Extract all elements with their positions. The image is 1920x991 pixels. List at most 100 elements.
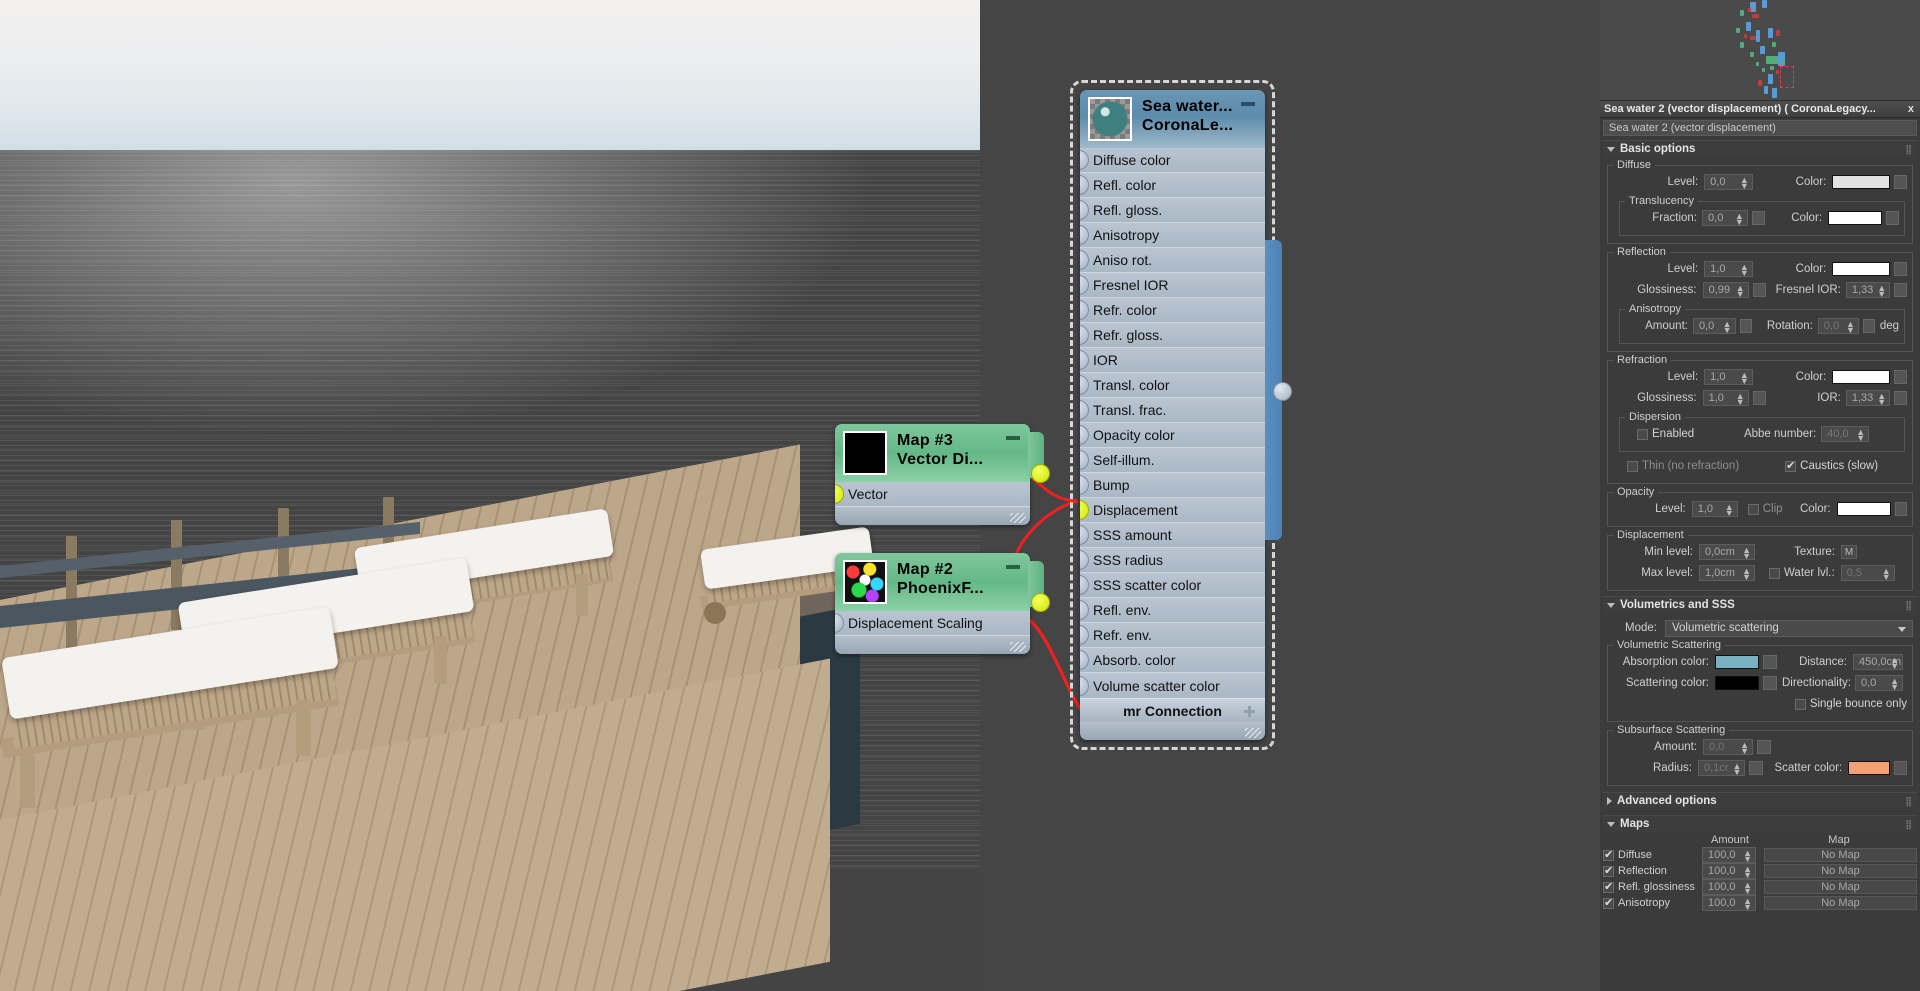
refraction-level-input[interactable]: 1,0 ▲ ▼ xyxy=(1704,369,1753,386)
rollout-volumetrics-header[interactable]: Volumetrics and SSS ⣿ xyxy=(1603,596,1917,613)
node-material-input-row[interactable]: IOR xyxy=(1080,348,1265,373)
node-material-output-rail[interactable] xyxy=(1265,240,1292,540)
socket-bump[interactable] xyxy=(1080,475,1089,495)
spinner-arrows-icon[interactable]: ▲ ▼ xyxy=(1742,546,1751,561)
map-amount-input[interactable]: 100,0 ▲ ▼ xyxy=(1702,895,1756,912)
drag-dots-icon[interactable]: ⣿ xyxy=(1905,796,1917,807)
node-material-input-row[interactable]: Fresnel IOR xyxy=(1080,273,1265,298)
directionality-input[interactable]: 0,0 ▲ ▼ xyxy=(1855,675,1903,692)
map-enable-checkbox[interactable] xyxy=(1603,880,1614,893)
scattering-color-swatch[interactable] xyxy=(1715,676,1759,690)
translucency-fraction-input[interactable]: 0,0 ▲ ▼ xyxy=(1702,210,1748,227)
spinner-arrows-icon[interactable]: ▲ ▼ xyxy=(1743,865,1752,880)
reflection-color-swatch[interactable] xyxy=(1832,262,1890,276)
socket-refr-env[interactable] xyxy=(1080,625,1089,645)
node-material-input-row[interactable]: Refr. env. xyxy=(1080,623,1265,648)
drag-dots-icon[interactable]: ⣿ xyxy=(1905,819,1917,830)
map-slot-button[interactable]: No Map xyxy=(1764,848,1917,862)
socket-volume-scatter-color[interactable] xyxy=(1080,675,1089,696)
socket-vector[interactable] xyxy=(835,484,844,504)
node-map2-header[interactable]: Map #2 PhoenixF... xyxy=(835,553,1030,611)
node-material-input-row[interactable]: Transl. frac. xyxy=(1080,398,1265,423)
rollout-advanced-options-header[interactable]: Advanced options ⣿ xyxy=(1603,792,1917,809)
plus-icon[interactable] xyxy=(1244,706,1255,717)
translucency-color-map-button[interactable] xyxy=(1886,211,1900,225)
sss-scatter-color-swatch[interactable] xyxy=(1848,761,1890,775)
socket-displacement[interactable] xyxy=(1080,500,1089,520)
node-material-minimize-icon[interactable] xyxy=(1241,102,1255,106)
socket-opacity-color[interactable] xyxy=(1080,425,1089,445)
scene-navigator[interactable] xyxy=(1600,0,1920,101)
map-enable-checkbox[interactable] xyxy=(1603,848,1614,861)
dispersion-enabled-checkbox[interactable] xyxy=(1637,428,1648,440)
map-slot-button[interactable]: No Map xyxy=(1764,864,1917,878)
spinner-arrows-icon[interactable]: ▲ ▼ xyxy=(1740,371,1749,386)
sss-amount-input[interactable]: 0,0 ▲ ▼ xyxy=(1703,739,1753,756)
node-material-input-row[interactable]: Self-illum. xyxy=(1080,448,1265,473)
caustics-checkbox[interactable] xyxy=(1785,459,1797,472)
scattering-map-button[interactable] xyxy=(1763,676,1777,690)
node-map3-minimize-icon[interactable] xyxy=(1006,436,1020,440)
diffuse-level-input[interactable]: 0,0 ▲ ▼ xyxy=(1704,174,1753,191)
refraction-ior-map-button[interactable] xyxy=(1894,391,1908,405)
node-material-header[interactable]: Sea water... CoronaLe... xyxy=(1080,90,1265,148)
opacity-clip-checkbox[interactable] xyxy=(1747,503,1759,515)
opacity-color-map-button[interactable] xyxy=(1894,502,1907,516)
spinner-arrows-icon[interactable]: ▲ ▼ xyxy=(1732,762,1741,777)
thin-no-refraction-checkbox[interactable] xyxy=(1627,460,1638,472)
reflection-color-map-button[interactable] xyxy=(1893,262,1907,276)
node-material-input-row[interactable]: Volume scatter color xyxy=(1080,673,1265,698)
opacity-color-swatch[interactable] xyxy=(1836,502,1891,516)
spinner-arrows-icon[interactable]: ▲ ▼ xyxy=(1877,392,1886,407)
socket-sss-radius[interactable] xyxy=(1080,550,1089,570)
navigator-viewport-rect[interactable] xyxy=(1780,66,1794,88)
single-bounce-checkbox[interactable] xyxy=(1794,698,1806,710)
node-material-input-row[interactable]: Absorb. color xyxy=(1080,648,1265,673)
spinner-arrows-icon[interactable]: ▲ ▼ xyxy=(1740,741,1749,756)
map-slot-button[interactable]: No Map xyxy=(1764,896,1917,910)
spinner-arrows-icon[interactable]: ▲ ▼ xyxy=(1736,284,1745,299)
sss-amount-map-button[interactable] xyxy=(1757,740,1771,754)
node-material-sea-water[interactable]: Sea water... CoronaLe... Diffuse color Re… xyxy=(1070,80,1292,750)
water-level-input[interactable]: 0,5 ▲ ▼ xyxy=(1840,565,1895,582)
socket-self-illum[interactable] xyxy=(1080,450,1089,470)
chevron-down-icon[interactable] xyxy=(1607,602,1615,608)
map-enable-checkbox[interactable] xyxy=(1603,896,1614,909)
anisotropy-rotation-map-button[interactable] xyxy=(1862,319,1875,333)
socket-refr-color[interactable] xyxy=(1080,300,1089,320)
reflection-glossiness-map-button[interactable] xyxy=(1752,283,1766,297)
spinner-arrows-icon[interactable]: ▲ ▼ xyxy=(1743,897,1752,912)
diffuse-color-swatch[interactable] xyxy=(1832,175,1890,189)
sss-radius-map-button[interactable] xyxy=(1749,761,1763,775)
node-material-input-row[interactable]: Displacement xyxy=(1080,498,1265,523)
socket-refr-gloss[interactable] xyxy=(1080,325,1089,345)
material-editor-panel[interactable]: Sea water 2 (vector displacement) ( Coro… xyxy=(1600,0,1920,991)
refraction-color-swatch[interactable] xyxy=(1832,370,1890,384)
rollout-basic-options-header[interactable]: Basic options ⣿ xyxy=(1603,140,1917,157)
chevron-down-icon[interactable] xyxy=(1898,626,1906,632)
resize-grip-icon[interactable] xyxy=(1010,513,1026,523)
refraction-color-map-button[interactable] xyxy=(1893,370,1907,384)
spinner-arrows-icon[interactable]: ▲ ▼ xyxy=(1736,392,1745,407)
node-map2-output-socket[interactable] xyxy=(1031,593,1050,612)
absorption-color-swatch[interactable] xyxy=(1715,655,1759,669)
spinner-arrows-icon[interactable]: ▲ ▼ xyxy=(1740,263,1749,278)
resize-grip-icon[interactable] xyxy=(1010,642,1026,652)
node-material-mr-connection[interactable]: mr Connection xyxy=(1080,698,1265,722)
chevron-down-icon[interactable] xyxy=(1607,146,1615,152)
anisotropy-amount-input[interactable]: 0,0 ▲ ▼ xyxy=(1692,318,1736,335)
socket-anisotropy[interactable] xyxy=(1080,225,1089,245)
anisotropy-amount-map-button[interactable] xyxy=(1739,319,1752,333)
socket-transl-frac[interactable] xyxy=(1080,400,1089,420)
node-material-input-row[interactable]: Refl. color xyxy=(1080,173,1265,198)
node-map3-output-socket[interactable] xyxy=(1031,464,1050,483)
spinner-arrows-icon[interactable]: ▲ ▼ xyxy=(1856,428,1865,443)
displacement-texture-button[interactable]: M xyxy=(1841,545,1857,559)
socket-sss-amount[interactable] xyxy=(1080,525,1089,545)
node-material-input-row[interactable]: Opacity color xyxy=(1080,423,1265,448)
spinner-arrows-icon[interactable]: ▲ ▼ xyxy=(1890,677,1899,692)
refraction-ior-input[interactable]: 1,33 ▲ ▼ xyxy=(1845,390,1891,407)
fresnel-ior-input[interactable]: 1,33 ▲ ▼ xyxy=(1845,282,1891,299)
rollout-maps-header[interactable]: Maps ⣿ xyxy=(1603,815,1917,832)
absorption-map-button[interactable] xyxy=(1763,655,1777,669)
